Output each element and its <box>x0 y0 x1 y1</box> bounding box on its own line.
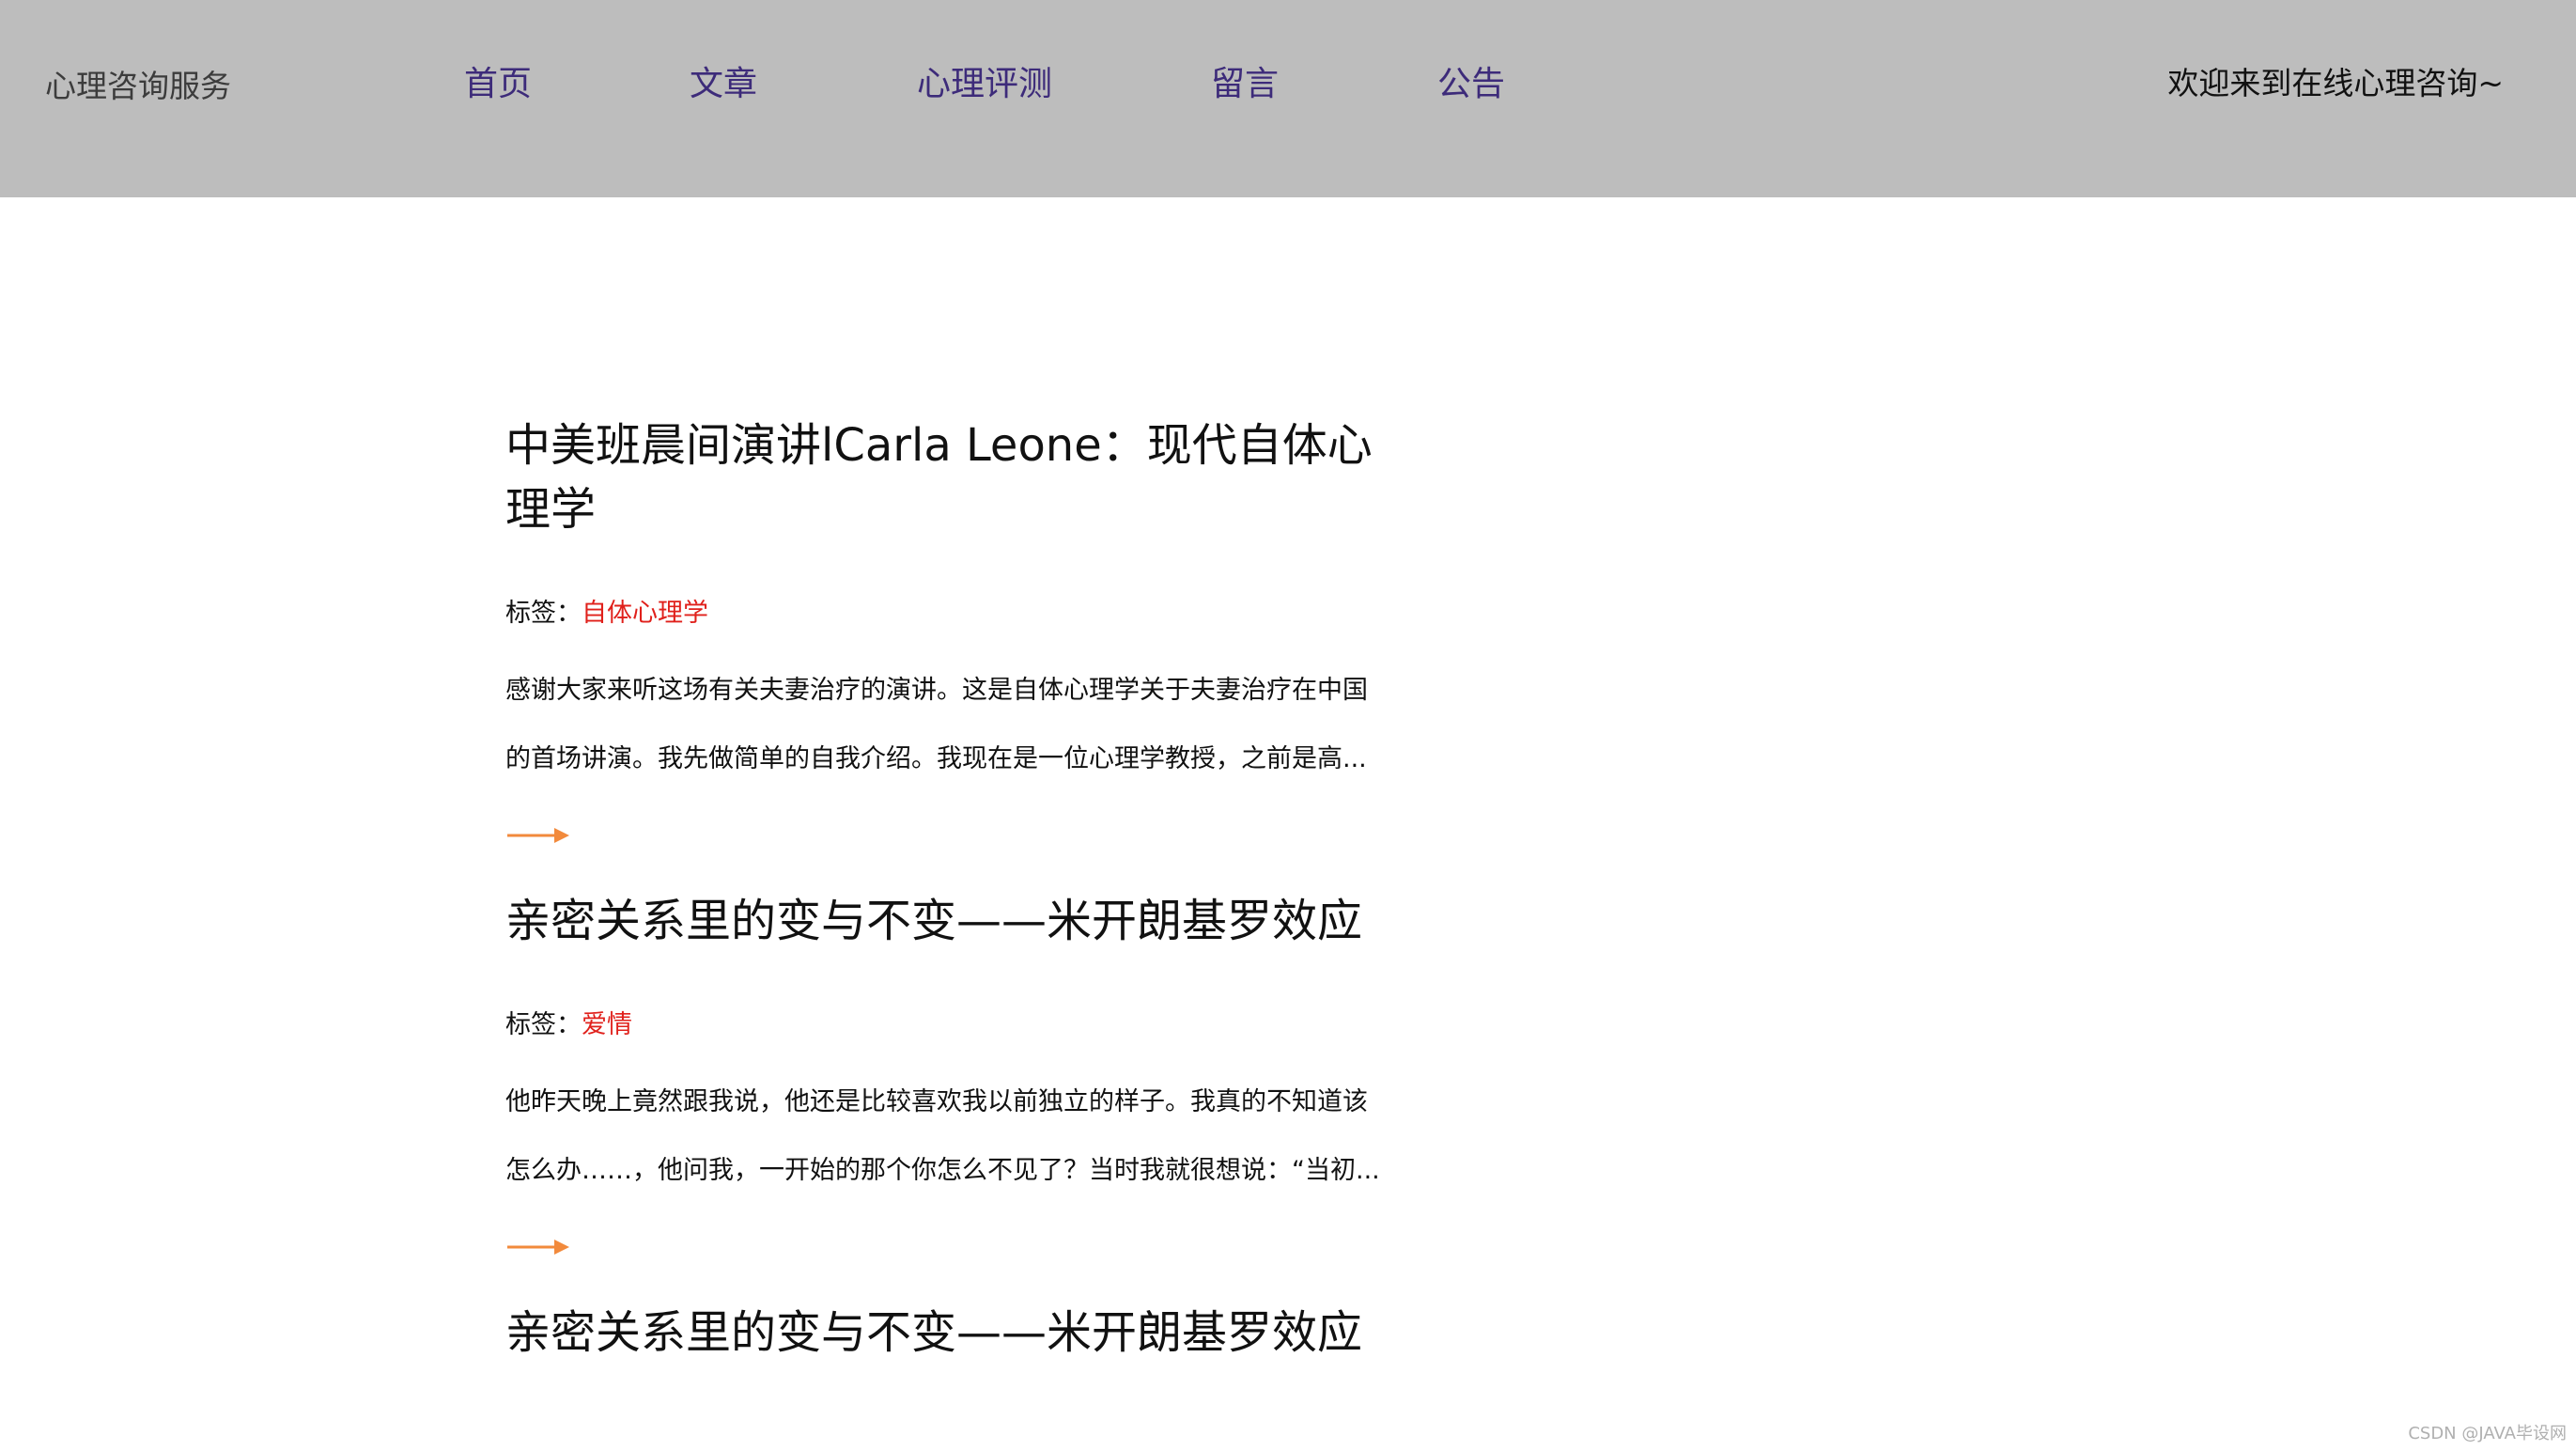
article-tag-line: 标签：爱情 <box>505 1005 1426 1046</box>
article-summary: 他昨天晚上竟然跟我说，他还是比较喜欢我以前独立的样子。我真的不知道该 怎么办……… <box>505 1068 1426 1205</box>
site-title[interactable]: 心理咨询服务 <box>45 62 231 111</box>
article-list: 中美班晨间演讲lCarla Leone：现代自体心理学 标签：自体心理学 感谢大… <box>505 413 1426 1365</box>
article-card: 亲密关系里的变与不变——米开朗基罗效应 标签：爱情 他昨天晚上竟然跟我说，他还是… <box>505 889 1426 1258</box>
article-title[interactable]: 亲密关系里的变与不变——米开朗基罗效应 <box>505 889 1407 953</box>
tag-label: 标签： <box>505 599 582 628</box>
summary-line: 怎么办……，他问我，一开始的那个你怎么不见了？当时我就很想说：“当初... <box>505 1156 1380 1185</box>
nav-item-assessment[interactable]: 心理评测 <box>917 58 1052 111</box>
nav-item-announcements[interactable]: 公告 <box>1437 58 1505 111</box>
article-tag-line: 标签：自体心理学 <box>505 593 1426 634</box>
article-summary: 感谢大家来听这场有关夫妻治疗的演讲。这是自体心理学关于夫妻治疗在中国 的首场讲演… <box>505 656 1426 793</box>
arrow-right-icon[interactable] <box>505 1236 571 1258</box>
tag-link[interactable]: 自体心理学 <box>582 599 708 628</box>
summary-line: 他昨天晚上竟然跟我说，他还是比较喜欢我以前独立的样子。我真的不知道该 <box>505 1087 1368 1116</box>
summary-line: 感谢大家来听这场有关夫妻治疗的演讲。这是自体心理学关于夫妻治疗在中国 <box>505 676 1368 705</box>
article-card: 亲密关系里的变与不变——米开朗基罗效应 <box>505 1301 1426 1365</box>
nav-item-articles[interactable]: 文章 <box>690 58 757 111</box>
tag-link[interactable]: 爱情 <box>582 1010 632 1039</box>
article-title[interactable]: 亲密关系里的变与不变——米开朗基罗效应 <box>505 1301 1407 1365</box>
tag-label: 标签： <box>505 1010 582 1039</box>
summary-line: 的首场讲演。我先做简单的自我介绍。我现在是一位心理学教授，之前是高... <box>505 744 1367 773</box>
top-header: 心理咨询服务 首页 文章 心理评测 留言 公告 欢迎来到在线心理咨询~ <box>0 0 2576 197</box>
nav-item-messages[interactable]: 留言 <box>1211 58 1279 111</box>
watermark: CSDN @JAVA毕设网 <box>2408 1424 2567 1443</box>
nav-item-home[interactable]: 首页 <box>464 58 532 111</box>
article-title[interactable]: 中美班晨间演讲lCarla Leone：现代自体心理学 <box>505 413 1407 541</box>
article-card: 中美班晨间演讲lCarla Leone：现代自体心理学 标签：自体心理学 感谢大… <box>505 413 1426 847</box>
arrow-right-icon[interactable] <box>505 824 571 847</box>
welcome-text: 欢迎来到在线心理咨询~ <box>2167 65 2504 101</box>
